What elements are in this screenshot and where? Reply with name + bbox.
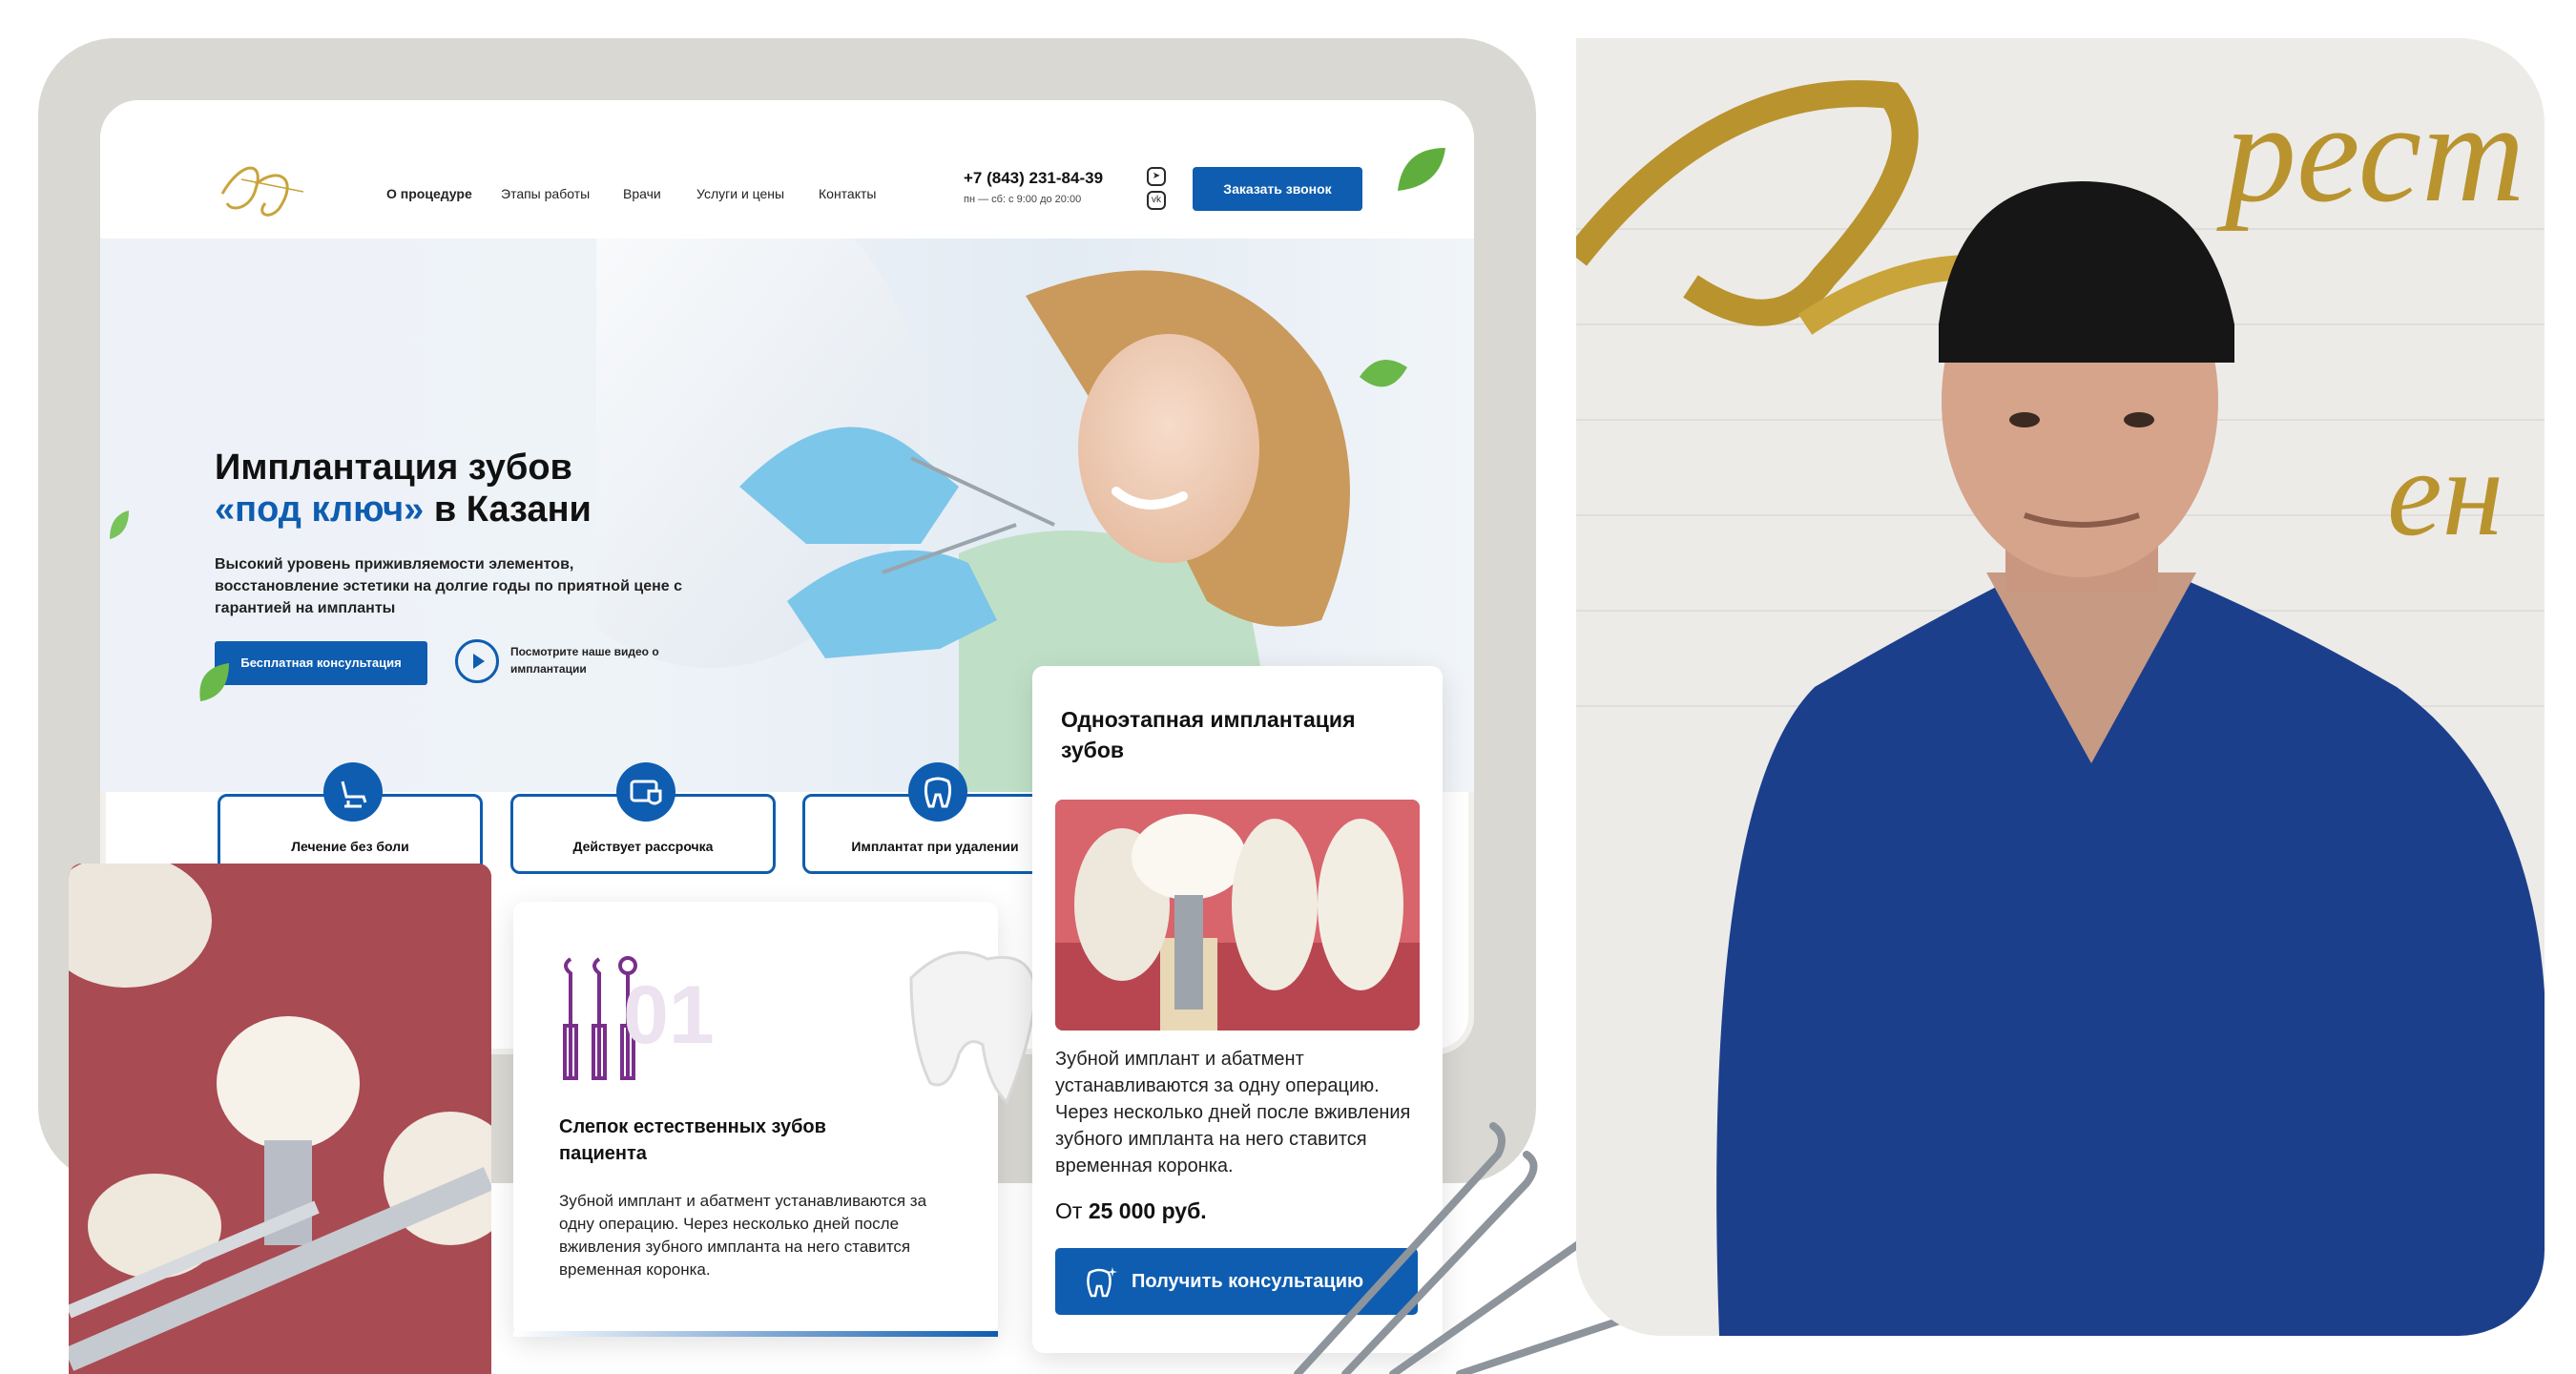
implant-3d-image	[69, 864, 491, 1374]
clinic-logo[interactable]	[213, 156, 318, 222]
hero-title: Имплантация зубов «под ключ» в Казани	[215, 448, 592, 530]
feature-implant-on-removal[interactable]: Имплантат при удалении	[802, 762, 1068, 874]
implant-crown-image	[1055, 800, 1420, 1030]
leaf-icon	[199, 663, 229, 701]
nav-item-about[interactable]: О процедуре	[386, 186, 472, 201]
play-video-icon[interactable]	[455, 639, 499, 683]
dental-chair-icon	[323, 762, 383, 822]
phone-number[interactable]: +7 (843) 231-84-39	[964, 169, 1103, 188]
vk-icon[interactable]: vk	[1147, 191, 1166, 210]
hero-lead-text: Высокий уровень приживляемости элементов…	[215, 556, 682, 616]
feature-label: Лечение без боли	[291, 839, 409, 854]
nav-item-services[interactable]: Услуги и цены	[696, 186, 784, 201]
price: От 25 000 руб.	[1055, 1198, 1207, 1223]
step-number: 01	[623, 969, 715, 1061]
tooth-icon	[908, 762, 967, 822]
working-hours: пн — сб: с 9:00 до 20:00	[964, 194, 1082, 205]
feature-painless[interactable]: Лечение без боли	[218, 762, 483, 874]
svg-text:ен: ен	[2387, 425, 2503, 562]
svg-text:рест: рест	[2216, 73, 2525, 232]
step-title: Слепок естественных зубов пациента	[559, 1116, 826, 1164]
credit-card-shield-icon	[616, 762, 675, 822]
doctor-photo: рест ен	[1576, 38, 2545, 1336]
nav-item-doctors[interactable]: Врачи	[623, 186, 661, 201]
nav-item-contacts[interactable]: Контакты	[819, 186, 876, 201]
leaf-icon	[110, 510, 129, 539]
free-consultation-button[interactable]: Бесплатная консультация	[215, 641, 427, 685]
order-call-button[interactable]: Заказать звонок	[1193, 167, 1362, 211]
card-accent-bar	[513, 1331, 998, 1337]
leaf-icon	[1360, 360, 1407, 387]
telegram-icon[interactable]: ➤	[1147, 167, 1166, 186]
price-card-title: Одноэтапная имплантация зубов	[1061, 707, 1356, 762]
video-link[interactable]: Посмотрите наше видео о имплантации	[510, 643, 673, 677]
nav-item-stages[interactable]: Этапы работы	[501, 186, 590, 201]
tooth-sparkle-icon	[1087, 1267, 1117, 1298]
step-text: Зубной имплант и абатмент устанавливаютс…	[559, 1192, 927, 1279]
leaf-icon	[1398, 148, 1445, 191]
feature-installment[interactable]: Действует рассрочка	[510, 762, 776, 874]
feature-label: Действует рассрочка	[572, 839, 714, 854]
tooth-3d-image	[909, 950, 1037, 1105]
site-header: О процедуре Этапы работы Врачи Услуги и …	[100, 100, 1474, 239]
feature-label: Имплантат при удалении	[851, 839, 1019, 854]
